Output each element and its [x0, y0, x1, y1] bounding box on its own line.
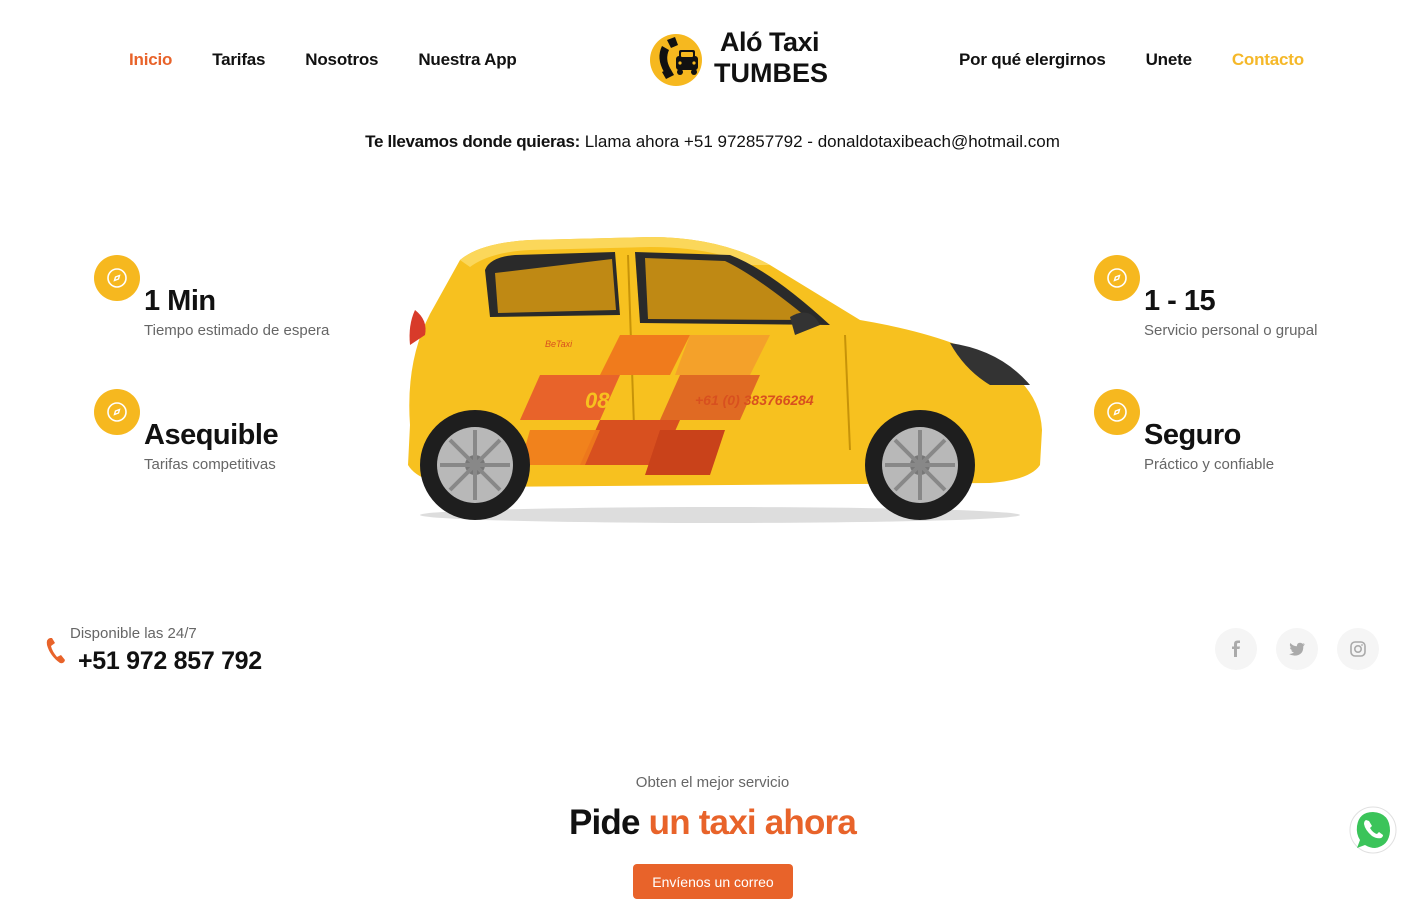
compass-icon [94, 255, 140, 301]
contact-text: Llama ahora +51 972857792 - donaldotaxib… [584, 132, 1060, 151]
nav-nosotros[interactable]: Nosotros [305, 50, 378, 70]
car-phone-text: +61 (0) 383766284 [695, 392, 814, 408]
car-number-text: 08 [585, 388, 610, 413]
cta-title-accent: un taxi ahora [648, 803, 857, 842]
nav-right: Por qué elergirnos Unete Contacto [959, 50, 1304, 70]
nav-unete[interactable]: Unete [1146, 50, 1192, 70]
compass-icon [1094, 389, 1140, 435]
email-us-button[interactable]: Envíenos un correo [633, 864, 793, 899]
phone-number[interactable]: +51 972 857 792 [78, 647, 262, 676]
taxi-phone-icon [648, 28, 708, 88]
cta-title-plain: Pide [568, 803, 641, 842]
taxi-car-image: 08 +61 (0) 383766284 BeTaxi [390, 225, 1055, 530]
compass-icon [94, 389, 140, 435]
social-links [1215, 628, 1379, 670]
nav-left: Inicio Tarifas Nosotros Nuestra App [129, 50, 517, 70]
nav-nuestra-app[interactable]: Nuestra App [418, 50, 516, 70]
feature-title: 1 - 15 [1144, 285, 1216, 317]
cta-eyebrow: Obten el mejor servicio [635, 774, 790, 791]
compass-icon [1094, 255, 1140, 301]
whatsapp-icon[interactable] [1348, 805, 1398, 855]
feature-title: Asequible [144, 419, 279, 451]
logo-title: Aló Taxi [720, 27, 820, 57]
nav-inicio[interactable]: Inicio [129, 50, 172, 70]
contact-label: Te llevamos donde quieras: [365, 132, 580, 151]
site-logo[interactable]: Aló Taxi TUMBES [648, 28, 828, 88]
twitter-icon[interactable] [1276, 628, 1318, 670]
feature-subtitle: Tarifas competitivas [144, 456, 276, 473]
facebook-icon[interactable] [1215, 628, 1257, 670]
feature-title: 1 Min [144, 285, 216, 317]
nav-contacto[interactable]: Contacto [1232, 50, 1304, 70]
feature-subtitle: Práctico y confiable [1144, 456, 1275, 473]
cta-title: Pide un taxi ahora [0, 803, 1425, 843]
phone-icon [44, 635, 68, 665]
availability-text: Disponible las 24/7 [70, 625, 197, 642]
feature-subtitle: Servicio personal o grupal [1144, 322, 1318, 339]
instagram-icon[interactable] [1337, 628, 1379, 670]
nav-por-que[interactable]: Por qué elergirnos [959, 50, 1106, 70]
feature-title: Seguro [1144, 419, 1241, 451]
site-header: Inicio Tarifas Nosotros Nuestra App Aló … [0, 0, 1425, 120]
car-brand-text: BeTaxi [545, 339, 573, 349]
logo-subtitle: TUMBES [714, 58, 828, 88]
contact-banner: Te llevamos donde quieras: Llama ahora +… [0, 132, 1425, 152]
feature-subtitle: Tiempo estimado de espera [144, 322, 330, 339]
nav-tarifas[interactable]: Tarifas [212, 50, 265, 70]
